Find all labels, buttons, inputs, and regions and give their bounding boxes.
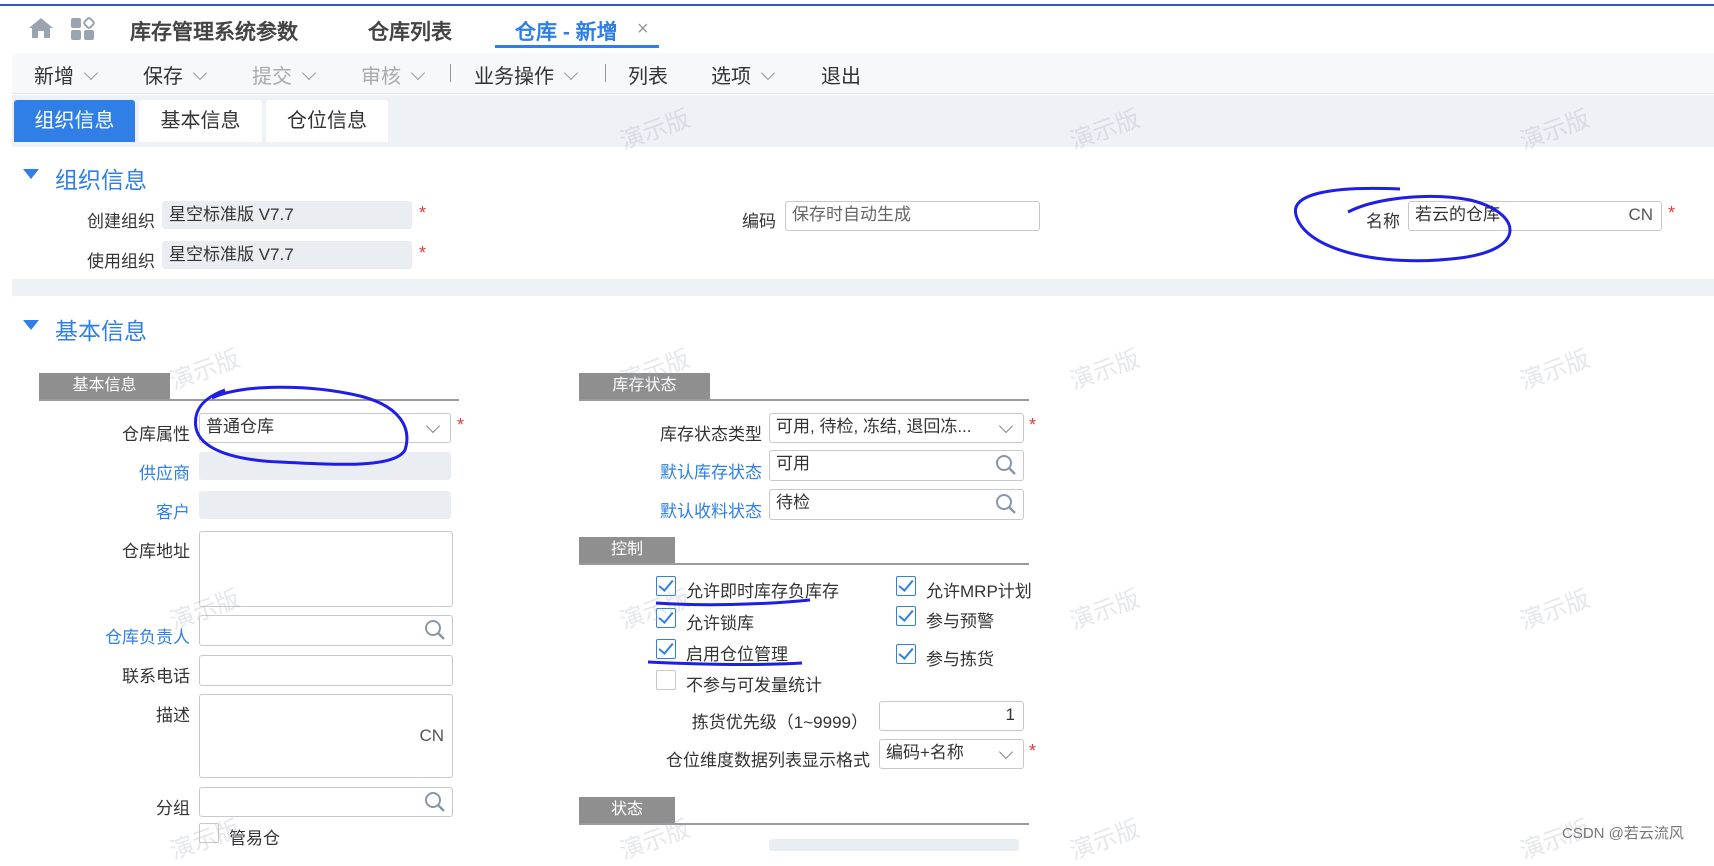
credit-watermark: CSDN @若云流风	[1562, 825, 1684, 842]
annotation-underline-location	[647, 660, 803, 667]
annotation-circle-attr	[193, 385, 409, 466]
annotation-underline-negative	[655, 598, 811, 607]
annotation-overlay	[193, 186, 1512, 667]
annotation-circle-name	[1293, 186, 1512, 263]
